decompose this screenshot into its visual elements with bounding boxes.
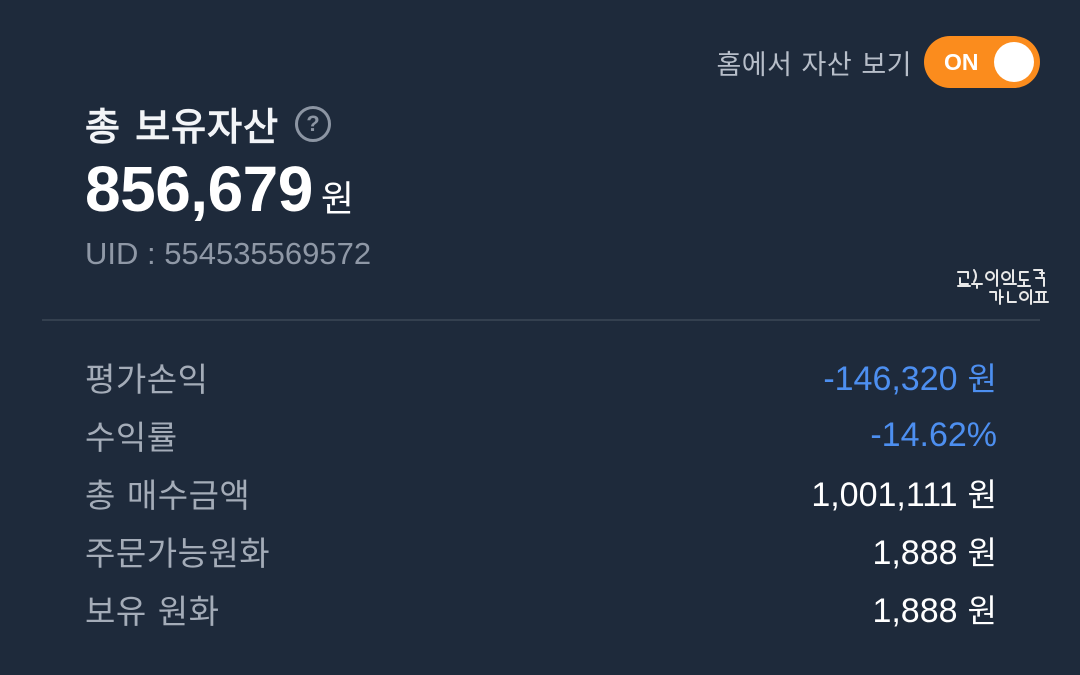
detail-value-number: 1,888 bbox=[872, 534, 958, 572]
detail-label: 수익률 bbox=[85, 418, 178, 457]
toggle-knob bbox=[994, 42, 1034, 82]
home-asset-toggle-label: 홈에서 자산 보기 bbox=[716, 49, 912, 81]
home-asset-toggle[interactable]: ON bbox=[924, 36, 1040, 88]
question-circle-icon[interactable]: ? bbox=[295, 105, 332, 142]
detail-value: 1,888 원 bbox=[872, 586, 997, 632]
detail-value-unit: 원 bbox=[967, 360, 997, 398]
total-assets-amount: 856,679 bbox=[85, 153, 313, 225]
total-assets: 856,679 원 bbox=[85, 152, 354, 226]
detail-label: 보유 원화 bbox=[85, 592, 220, 631]
detail-value-number: 1,888 bbox=[872, 592, 958, 630]
detail-label: 평가손익 bbox=[85, 360, 209, 399]
detail-value: -14.62% bbox=[870, 416, 997, 455]
detail-value-number: -146,320 bbox=[823, 360, 958, 398]
detail-value-unit: 원 bbox=[967, 534, 997, 572]
uid-text: UID : 554535569572 bbox=[85, 236, 372, 271]
toggle-state-text: ON bbox=[944, 49, 979, 75]
detail-row-total-buy: 총 매수금액 1,001,111 원 bbox=[85, 464, 997, 522]
detail-value-unit: 원 bbox=[967, 592, 997, 630]
detail-value-unit: 원 bbox=[967, 476, 997, 514]
watermark-signature bbox=[957, 269, 1049, 305]
detail-value: 1,001,111 원 bbox=[811, 470, 997, 516]
home-asset-toggle-row: 홈에서 자산 보기 ON bbox=[716, 36, 1040, 88]
detail-row-eval-pnl: 평가손익 -146,320 원 bbox=[85, 348, 997, 406]
detail-row-orderable-krw: 주문가능원화 1,888 원 bbox=[85, 522, 997, 580]
detail-value-number: -14.62% bbox=[870, 415, 997, 454]
section-divider bbox=[42, 319, 1040, 321]
detail-label: 주문가능원화 bbox=[85, 534, 271, 573]
detail-value: 1,888 원 bbox=[872, 528, 997, 574]
detail-row-return-rate: 수익률 -14.62% bbox=[85, 406, 997, 464]
total-assets-unit: 원 bbox=[320, 179, 354, 220]
asset-details-list: 평가손익 -146,320 원 수익률 -14.62% 총 매수금액 1,001… bbox=[85, 348, 997, 638]
page-title: 총 보유자산 bbox=[85, 105, 280, 149]
detail-label: 총 매수금액 bbox=[85, 476, 251, 515]
detail-value-number: 1,001,111 bbox=[811, 476, 958, 514]
detail-value: -146,320 원 bbox=[823, 354, 997, 400]
summary-header: 총 보유자산 ? bbox=[85, 96, 332, 151]
detail-row-held-krw: 보유 원화 1,888 원 bbox=[85, 580, 997, 638]
